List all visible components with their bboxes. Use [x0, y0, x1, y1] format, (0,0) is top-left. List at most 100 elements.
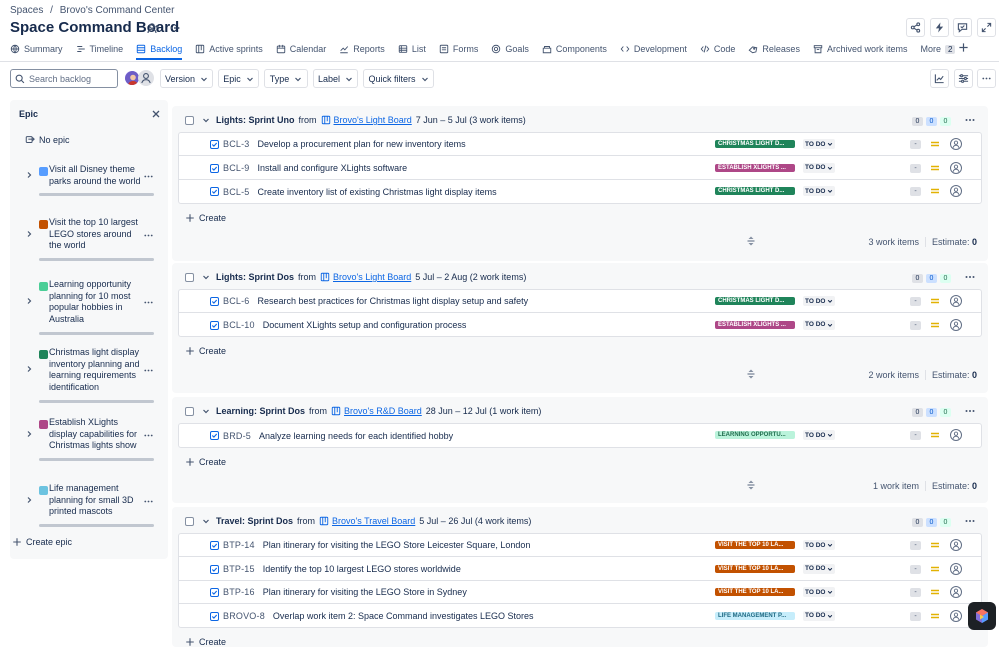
- status-dropdown[interactable]: TO DO: [803, 162, 836, 173]
- tab-active-sprints[interactable]: Active sprints: [195, 41, 263, 57]
- work-item-summary[interactable]: Overlap work item 2: Space Command inves…: [273, 611, 534, 621]
- breadcrumb-current[interactable]: Brovo's Command Center: [60, 5, 175, 16]
- assistant-button[interactable]: [968, 602, 996, 630]
- close-epic-panel-button[interactable]: [151, 109, 161, 119]
- tab-development[interactable]: Development: [620, 41, 687, 57]
- sprint-checkbox[interactable]: [185, 272, 194, 282]
- expand-epic-button[interactable]: [25, 365, 33, 373]
- collapse-sprint-button[interactable]: [202, 517, 210, 525]
- assignee-avatar[interactable]: [950, 429, 962, 441]
- collapse-sprint-button[interactable]: [202, 116, 210, 124]
- table-row[interactable]: BCL-10 Document XLights setup and configu…: [179, 314, 981, 337]
- work-item-key[interactable]: BCL-9: [223, 163, 250, 173]
- sprint-board-link[interactable]: Brovo's Light Board: [320, 272, 411, 282]
- automation-button[interactable]: [930, 18, 949, 37]
- epic-more-button[interactable]: [143, 171, 154, 182]
- sprint-checkbox[interactable]: [185, 516, 194, 526]
- sprint-board-link[interactable]: Brovo's R&D Board: [331, 406, 422, 416]
- estimate-field[interactable]: -: [910, 588, 921, 597]
- view-settings-button[interactable]: [954, 69, 973, 88]
- add-tab-button[interactable]: [958, 42, 969, 53]
- epic-item[interactable]: Learning opportunity planning for 10 mos…: [10, 279, 168, 336]
- assignee-avatar[interactable]: [950, 586, 962, 598]
- tab-summary[interactable]: Summary: [10, 41, 63, 57]
- tab-more[interactable]: More 2: [920, 41, 956, 57]
- add-people-button[interactable]: [144, 19, 162, 37]
- tab-forms[interactable]: Forms: [439, 41, 478, 57]
- create-work-item-button[interactable]: Create: [185, 346, 226, 356]
- fullscreen-button[interactable]: [977, 18, 996, 37]
- work-item-key[interactable]: BTP-14: [223, 540, 255, 550]
- sprint-more-button[interactable]: [964, 271, 976, 283]
- collapse-sprint-button[interactable]: [202, 273, 210, 281]
- work-item-summary[interactable]: Develop a procurement plan for new inven…: [258, 139, 466, 149]
- work-item-key[interactable]: BCL-6: [223, 296, 250, 306]
- epic-more-button[interactable]: [143, 230, 154, 241]
- epic-item[interactable]: Christmas light display inventory planni…: [10, 347, 168, 404]
- status-dropdown[interactable]: TO DO: [803, 186, 836, 196]
- feedback-button[interactable]: [953, 18, 972, 37]
- expand-epic-button[interactable]: [25, 496, 33, 504]
- version-filter[interactable]: Version: [160, 69, 213, 88]
- label-filter[interactable]: Label: [313, 69, 358, 88]
- expand-epic-button[interactable]: [25, 297, 33, 305]
- table-row[interactable]: BCL-6 Research best practices for Christm…: [179, 290, 981, 313]
- assignee-avatar[interactable]: [950, 161, 962, 174]
- work-item-key[interactable]: BROVO-8: [223, 611, 265, 621]
- work-item-key[interactable]: BTP-16: [223, 587, 255, 597]
- work-item-summary[interactable]: Install and configure XLights software: [258, 163, 408, 173]
- tab-timeline[interactable]: Timeline: [76, 41, 123, 57]
- work-item-summary[interactable]: Create inventory list of existing Christ…: [258, 187, 497, 197]
- work-item-key[interactable]: BRD-5: [223, 431, 251, 441]
- table-row[interactable]: BCL-5 Create inventory list of existing C…: [179, 180, 981, 203]
- expand-epic-button[interactable]: [25, 430, 33, 438]
- avatar-unassigned[interactable]: [138, 70, 154, 86]
- sprint-board-link[interactable]: Brovo's Light Board: [321, 115, 412, 125]
- estimate-field[interactable]: -: [910, 140, 921, 149]
- tab-backlog[interactable]: Backlog: [136, 41, 183, 60]
- estimate-field[interactable]: -: [910, 564, 921, 574]
- work-item-summary[interactable]: Plan itinerary for visiting the LEGO Sto…: [263, 587, 467, 597]
- breadcrumb-spaces[interactable]: Spaces: [10, 5, 43, 16]
- assignee-avatar[interactable]: [950, 295, 962, 307]
- sprint-more-button[interactable]: [964, 114, 976, 126]
- tab-releases[interactable]: Releases: [748, 41, 800, 57]
- estimate-field[interactable]: -: [910, 297, 921, 306]
- work-item-summary[interactable]: Analyze learning needs for each identifi…: [259, 431, 453, 441]
- type-filter[interactable]: Type: [264, 69, 308, 88]
- work-item-key[interactable]: BCL-10: [223, 320, 255, 330]
- create-epic-button[interactable]: Create epic: [12, 537, 72, 547]
- sprint-board-link[interactable]: Brovo's Travel Board: [319, 516, 415, 526]
- expand-epic-button[interactable]: [25, 230, 33, 238]
- sprint-checkbox[interactable]: [185, 406, 194, 416]
- estimate-field[interactable]: -: [910, 611, 921, 621]
- table-row[interactable]: BCL-9 Install and configure XLights softw…: [179, 157, 981, 180]
- tab-list[interactable]: List: [398, 41, 426, 57]
- status-dropdown[interactable]: TO DO: [803, 430, 836, 440]
- collapse-sprint-button[interactable]: [202, 407, 210, 415]
- epic-item[interactable]: Life management planning for small 3D pr…: [10, 483, 168, 528]
- work-item-key[interactable]: BCL-5: [223, 187, 250, 197]
- work-item-summary[interactable]: Identify the top 10 largest LEGO stores …: [263, 564, 461, 574]
- expand-epic-button[interactable]: [25, 171, 33, 179]
- table-row[interactable]: BROVO-8 Overlap work item 2: Space Comman…: [179, 605, 981, 628]
- assignee-avatar[interactable]: [950, 138, 962, 150]
- table-row[interactable]: BTP-15 Identify the top 10 largest LEGO s…: [179, 558, 981, 581]
- epic-item[interactable]: Visit all Disney theme parks around the …: [10, 164, 168, 197]
- work-item-key[interactable]: BCL-3: [223, 139, 250, 149]
- status-dropdown[interactable]: TO DO: [803, 139, 836, 149]
- status-dropdown[interactable]: TO DO: [803, 319, 836, 330]
- table-row[interactable]: BCL-3 Develop a procurement plan for new …: [179, 133, 981, 156]
- sprint-checkbox[interactable]: [185, 115, 194, 125]
- table-row[interactable]: BRD-5 Analyze learning needs for each ide…: [179, 424, 981, 447]
- quick-filters[interactable]: Quick filters: [363, 69, 434, 88]
- tab-reports[interactable]: Reports: [339, 41, 385, 57]
- status-dropdown[interactable]: TO DO: [803, 540, 836, 550]
- tab-archived-work-items[interactable]: Archived work items: [813, 41, 907, 57]
- table-row[interactable]: BTP-14 Plan itinerary for visiting the LE…: [179, 534, 981, 557]
- work-item-key[interactable]: BTP-15: [223, 564, 255, 574]
- epic-more-button[interactable]: [143, 430, 154, 441]
- search-input[interactable]: Search backlog: [10, 69, 118, 88]
- share-button[interactable]: [906, 18, 925, 37]
- epic-item[interactable]: Establish XLights display capabilities f…: [10, 417, 168, 462]
